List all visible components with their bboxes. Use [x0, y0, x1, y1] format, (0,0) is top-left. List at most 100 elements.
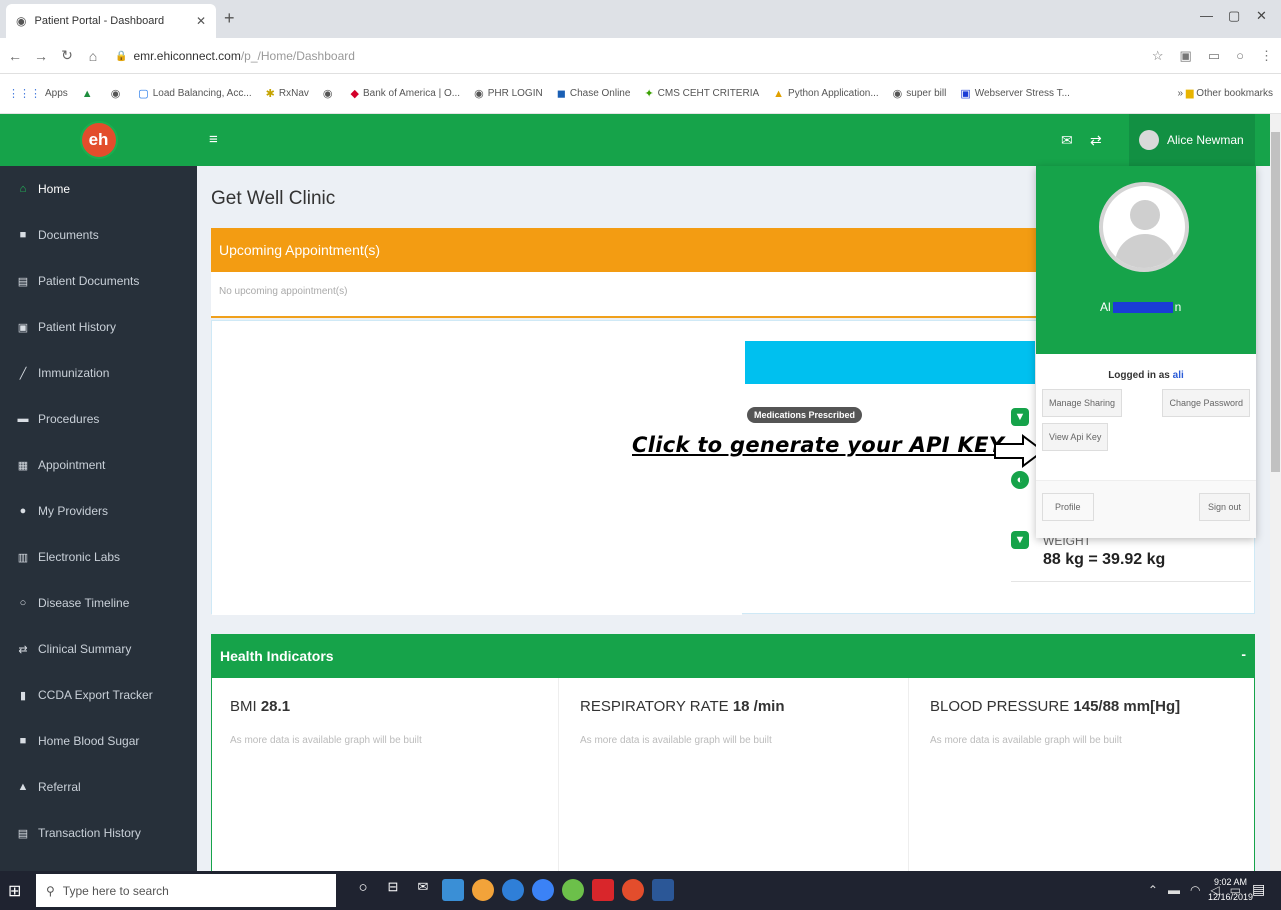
- redaction-mark: [1112, 301, 1173, 313]
- envelope-icon[interactable]: ✉: [1061, 132, 1073, 149]
- back-icon[interactable]: ←: [4, 48, 26, 64]
- taskbar-search-input[interactable]: ⚲ Type here to search: [36, 874, 336, 907]
- sidebar-item-immunization[interactable]: ╱ Immunization: [0, 350, 197, 396]
- browser-actions: ☆ ▣ ▭ ○ ⋮: [1152, 48, 1273, 64]
- exchange-icon[interactable]: ⇄: [1090, 132, 1102, 149]
- menu-icon[interactable]: ⋮: [1260, 48, 1273, 64]
- scrollbar-thumb[interactable]: [1271, 132, 1280, 472]
- table-icon: ▤: [17, 827, 29, 840]
- sidebar-item-transaction-history[interactable]: ▤ Transaction History: [0, 810, 197, 856]
- sidebar-item-clinical-summary[interactable]: ⇄ Clinical Summary: [0, 626, 197, 672]
- notification-icon[interactable]: ▤: [1252, 881, 1265, 898]
- sidebar-item-home[interactable]: ⌂ Home: [0, 166, 197, 212]
- close-window-icon[interactable]: ✕: [1256, 8, 1267, 24]
- close-tab-icon[interactable]: ✕: [196, 14, 206, 28]
- app-icon[interactable]: [502, 879, 524, 901]
- sidebar-item-documents[interactable]: ■ Documents: [0, 212, 197, 258]
- sidebar-item-referral[interactable]: ▲ Referral: [0, 764, 197, 810]
- indicator-respiratory-rate: RESPIRATORY RATE 18 /min As more data is…: [580, 698, 920, 746]
- home-browser-icon[interactable]: ⌂: [82, 48, 104, 64]
- task-view-icon[interactable]: ⊟: [382, 879, 404, 901]
- file-explorer-icon[interactable]: [442, 879, 464, 901]
- cortana-icon[interactable]: ○: [352, 879, 374, 901]
- url-host: emr.ehiconnect.com: [133, 49, 241, 63]
- network-icon[interactable]: ◠: [1190, 883, 1200, 897]
- view-api-key-button[interactable]: View Api Key: [1042, 423, 1109, 451]
- bookmark-phr-login[interactable]: ◉ PHR LOGIN: [474, 87, 543, 100]
- logo-area[interactable]: eh: [0, 114, 197, 166]
- bookmark-apps[interactable]: ⋮⋮⋮ Apps: [8, 87, 68, 100]
- sidebar-item-procedures[interactable]: ▬ Procedures: [0, 396, 197, 442]
- hamburger-menu-icon[interactable]: ≡: [209, 131, 218, 148]
- bookmark-bank[interactable]: ◆ Bank of America | O...: [351, 87, 461, 100]
- chevron-icon: »: [1177, 88, 1186, 99]
- api-key-callout: Click to generate your API KEY: [632, 433, 1005, 457]
- sidebar-item-disease-timeline[interactable]: ○ Disease Timeline: [0, 580, 197, 626]
- divider: [558, 678, 559, 871]
- battery-icon[interactable]: ▬: [1168, 883, 1180, 897]
- bookmark-chase[interactable]: ◼ Chase Online: [557, 87, 631, 100]
- book-icon: ■: [19, 735, 27, 747]
- apps-grid-icon: ⋮⋮⋮: [8, 88, 41, 100]
- user-menu-button[interactable]: Alice Newman: [1129, 114, 1255, 166]
- reload-icon[interactable]: ↻: [56, 47, 78, 64]
- app-icon[interactable]: [562, 879, 584, 901]
- word-icon[interactable]: [652, 879, 674, 901]
- taskbar: ⊞ ⚲ Type here to search ○ ⊟ ✉ ⌃ ▬ ◠ ◁ ▭ …: [0, 871, 1281, 910]
- sidebar-item-my-providers[interactable]: ● My Providers: [0, 488, 197, 534]
- collapse-icon[interactable]: -: [1241, 646, 1246, 662]
- sidebar-item-appointment[interactable]: ▦ Appointment: [0, 442, 197, 488]
- sidebar-item-patient-history[interactable]: ▣ Patient History: [0, 304, 197, 350]
- indicator-value: 18 /min: [732, 698, 785, 715]
- bookmark-python[interactable]: ▲ Python Application...: [773, 88, 879, 100]
- chrome-icon[interactable]: [472, 879, 494, 901]
- vital-sign-icon: ◐: [1011, 471, 1029, 489]
- windows-start-icon[interactable]: ⊞: [8, 881, 21, 901]
- app-icon[interactable]: [622, 879, 644, 901]
- manage-sharing-button[interactable]: Manage Sharing: [1042, 389, 1123, 417]
- mail-icon[interactable]: ✉: [412, 879, 434, 901]
- forward-icon[interactable]: →: [30, 48, 52, 64]
- sidebar-item-electronic-labs[interactable]: ▥ Electronic Labs: [0, 534, 197, 580]
- globe-icon: ◉: [474, 88, 484, 100]
- profile-icon[interactable]: ○: [1236, 48, 1244, 64]
- dropdown-button-row: Manage Sharing Change Password: [1042, 389, 1250, 417]
- pdf-icon[interactable]: [592, 879, 614, 901]
- bookmark-super-bill[interactable]: ◉ super bill: [893, 87, 947, 100]
- change-password-button[interactable]: Change Password: [1162, 389, 1250, 417]
- user-name: Alice Newman: [1167, 133, 1244, 147]
- minimize-icon[interactable]: —: [1200, 8, 1213, 23]
- tab-title: Patient Portal - Dashboard: [34, 15, 165, 27]
- bookmark-cms[interactable]: ✦ CMS CEHT CRITERIA: [644, 87, 759, 100]
- app-icon[interactable]: [532, 879, 554, 901]
- bookmark-webserver[interactable]: ▣ Webserver Stress T...: [960, 87, 1070, 100]
- sidebar-item-ccda-export-tracker[interactable]: ▮ CCDA Export Tracker: [0, 672, 197, 718]
- browser-tab[interactable]: ◉ Patient Portal - Dashboard ✕: [6, 4, 216, 38]
- sidebar-item-patient-documents[interactable]: ▤ Patient Documents: [0, 258, 197, 304]
- avatar: [1139, 130, 1159, 150]
- new-tab-icon[interactable]: +: [224, 8, 235, 29]
- info-bar: [745, 341, 1035, 384]
- chevron-up-icon[interactable]: ⌃: [1148, 883, 1158, 897]
- bookmark-other[interactable]: » ▆ Other bookmarks: [1177, 88, 1273, 99]
- bookmark-load-balancing[interactable]: ▢ Load Balancing, Acc...: [138, 87, 251, 100]
- calendar-icon: ▦: [17, 459, 29, 472]
- profile-button[interactable]: Profile: [1042, 493, 1094, 521]
- bookmark-rxnav[interactable]: ✱ RxNav: [266, 87, 309, 100]
- sidebar-item-home-blood-sugar[interactable]: ■ Home Blood Sugar: [0, 718, 197, 764]
- indicator-blood-pressure: BLOOD PRESSURE 145/88 mm[Hg] As more dat…: [930, 698, 1270, 746]
- taskbar-clock[interactable]: 9:02 AM 12/16/2019: [1208, 875, 1253, 905]
- user-dropdown-name: Al n: [1100, 300, 1182, 314]
- page-scrollbar[interactable]: [1270, 114, 1281, 871]
- bookmark-globe-2[interactable]: ◉: [323, 87, 337, 100]
- sign-out-button[interactable]: Sign out: [1198, 493, 1250, 521]
- user-dropdown-body: Logged in as ali Manage Sharing Change P…: [1036, 354, 1256, 451]
- bookmark-drive[interactable]: ▲: [82, 88, 97, 100]
- url-input[interactable]: 🔒 emr.ehiconnect.com/p_/Home/Dashboard: [115, 44, 1095, 68]
- star-icon[interactable]: ☆: [1152, 48, 1164, 64]
- cast-icon[interactable]: ▭: [1208, 48, 1220, 64]
- extension-icon[interactable]: ▣: [1180, 48, 1192, 64]
- medications-badge[interactable]: Medications Prescribed: [747, 407, 863, 423]
- bookmark-globe[interactable]: ◉: [111, 87, 125, 100]
- maximize-icon[interactable]: ▢: [1228, 8, 1240, 24]
